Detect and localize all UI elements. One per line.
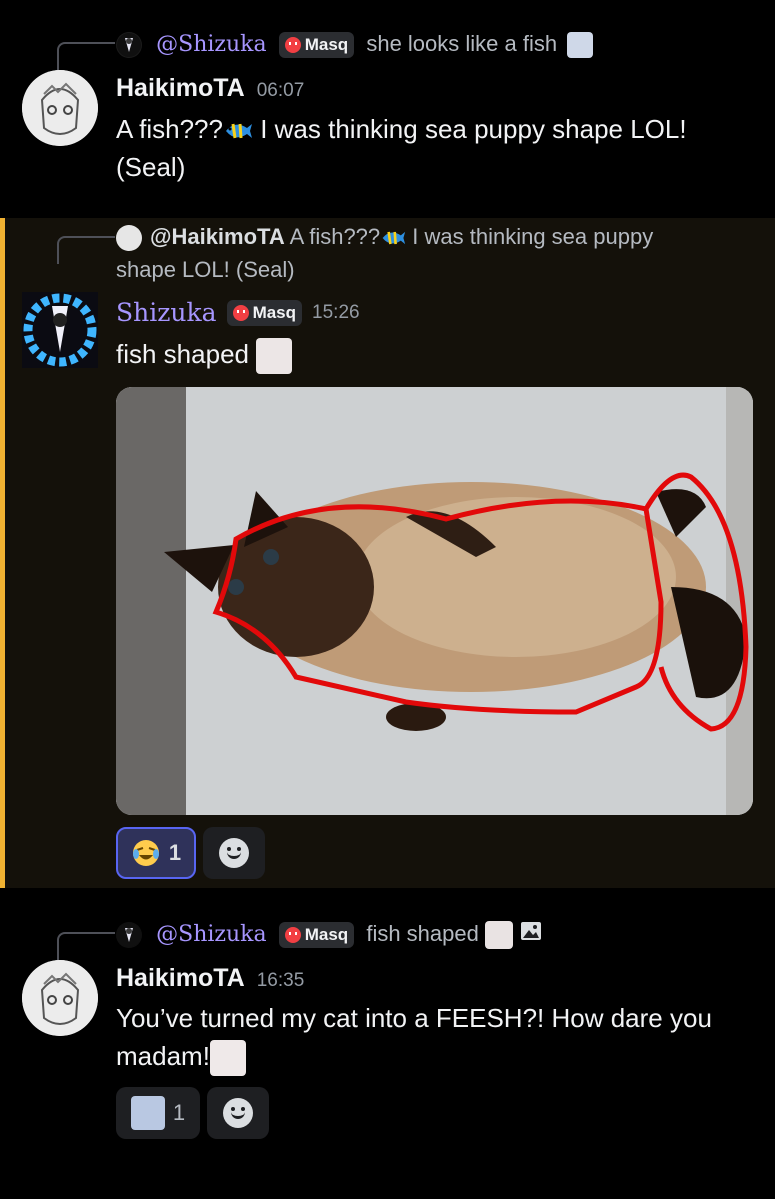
haikimota-avatar[interactable]: [22, 960, 98, 1036]
reply-connector: [57, 932, 115, 960]
reply-author[interactable]: @Shizuka: [156, 922, 266, 947]
message-text: A fish??? I was thinking sea puppy shape…: [116, 114, 687, 182]
sticker-emoji: [209, 1040, 246, 1077]
reply-text: she looks like a fish: [366, 31, 558, 56]
add-reaction-button[interactable]: [207, 1087, 269, 1139]
shizuka-mini-avatar: [116, 922, 142, 949]
reply-text: fish shaped: [366, 921, 479, 946]
reply-connector: [57, 236, 115, 264]
reply-author[interactable]: @HaikimoTA: [150, 224, 285, 249]
reaction-count: 1: [168, 840, 182, 865]
reply-author[interactable]: @Shizuka: [156, 32, 266, 57]
role-tag: Masq: [278, 922, 355, 949]
sticker-emoji: [256, 338, 293, 375]
shizuka-avatar[interactable]: [22, 292, 98, 368]
timestamp: 06:07: [256, 80, 305, 101]
skull-icon: [284, 37, 301, 54]
reaction-joy[interactable]: 1: [116, 827, 196, 879]
message-text: fish shaped: [116, 335, 756, 375]
add-reaction-button[interactable]: [203, 827, 265, 879]
role-tag: Masq: [226, 299, 303, 326]
reply-preview[interactable]: @Shizuka Masq fish shaped: [116, 918, 543, 952]
skull-icon: [284, 927, 301, 944]
haikimota-mini-avatar: [116, 225, 142, 252]
author-name[interactable]: HaikimoTA 16:35: [116, 964, 304, 993]
timestamp: 15:26: [312, 301, 360, 323]
haikimota-avatar[interactable]: [22, 70, 98, 146]
sticker-emoji: [484, 921, 513, 950]
message-3: @Shizuka Masq fish shaped HaikimoTA 16:35…: [0, 888, 775, 1199]
tropical-fish-emoji: [223, 116, 253, 146]
tropical-fish-emoji: [380, 225, 406, 251]
add-reaction-icon: [223, 1098, 253, 1128]
message-1: @Shizuka Masq she looks like a fish Haik…: [0, 0, 775, 218]
reaction-count: 1: [172, 1100, 186, 1125]
cat-photo-attachment[interactable]: [116, 387, 753, 815]
add-reaction-icon: [219, 838, 249, 868]
author-name[interactable]: HaikimoTA 06:07: [116, 74, 304, 103]
author-name[interactable]: Shizuka Masq 15:26: [116, 298, 360, 327]
joy-emoji: [131, 838, 161, 868]
role-tag: Masq: [278, 32, 355, 59]
image-icon: [519, 919, 543, 952]
custom-emoji: [130, 1096, 165, 1130]
reply-preview[interactable]: @Shizuka Masq she looks like a fish: [116, 28, 594, 61]
reply-connector: [57, 42, 115, 70]
shizuka-mini-avatar: [116, 32, 142, 59]
sticker-emoji: [567, 32, 594, 59]
timestamp: 16:35: [256, 970, 305, 991]
skull-icon: [232, 304, 249, 321]
reply-preview[interactable]: @HaikimoTA A fish??? I was thinking sea …: [116, 220, 716, 286]
message-text: You’ve turned my cat into a FEESH?! How …: [116, 999, 756, 1077]
reaction-custom[interactable]: 1: [116, 1087, 200, 1139]
